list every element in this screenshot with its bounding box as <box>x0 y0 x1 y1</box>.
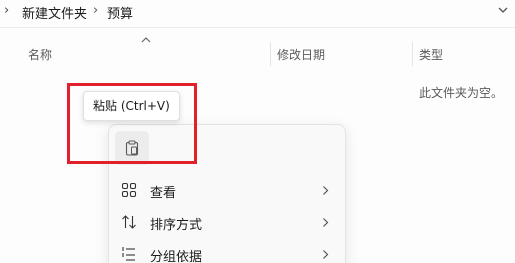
chevron-right-icon <box>323 250 329 259</box>
menu-item-label: 分组依据 <box>150 250 203 263</box>
highlight-annotation-box <box>67 83 197 164</box>
grid-icon <box>121 182 137 198</box>
menu-item-view[interactable]: 查看 <box>113 175 341 205</box>
column-header-type[interactable]: 类型 <box>419 46 443 63</box>
column-header-date-modified[interactable]: 修改日期 <box>277 46 325 63</box>
address-bar-divider <box>0 27 515 28</box>
sort-arrows-icon <box>122 215 136 229</box>
breadcrumb-item-budget[interactable]: 预算 <box>107 3 133 22</box>
menu-item-label: 排序方式 <box>150 218 203 233</box>
breadcrumb-separator[interactable]: › <box>93 3 98 18</box>
file-explorer-window: › 新建文件夹 › 预算 名称 修改日期 类型 此文件夹为空。 查看 排序方式 … <box>0 0 515 263</box>
menu-item-group-by[interactable]: 分组依据 <box>113 239 341 263</box>
chevron-right-icon <box>323 186 329 195</box>
chevron-down-icon[interactable] <box>497 2 509 18</box>
breadcrumb-item-new-folder[interactable]: 新建文件夹 <box>22 3 87 22</box>
menu-item-label: 查看 <box>150 186 177 201</box>
column-divider[interactable] <box>270 42 271 66</box>
group-list-icon <box>122 247 135 261</box>
column-header-name[interactable]: 名称 <box>28 46 52 63</box>
empty-folder-message: 此文件夹为空。 <box>419 86 504 100</box>
menu-item-sort-by[interactable]: 排序方式 <box>113 207 341 237</box>
column-divider[interactable] <box>412 42 413 66</box>
chevron-right-icon[interactable]: › <box>4 3 9 18</box>
sort-ascending-icon <box>141 37 151 43</box>
chevron-right-icon <box>323 218 329 227</box>
